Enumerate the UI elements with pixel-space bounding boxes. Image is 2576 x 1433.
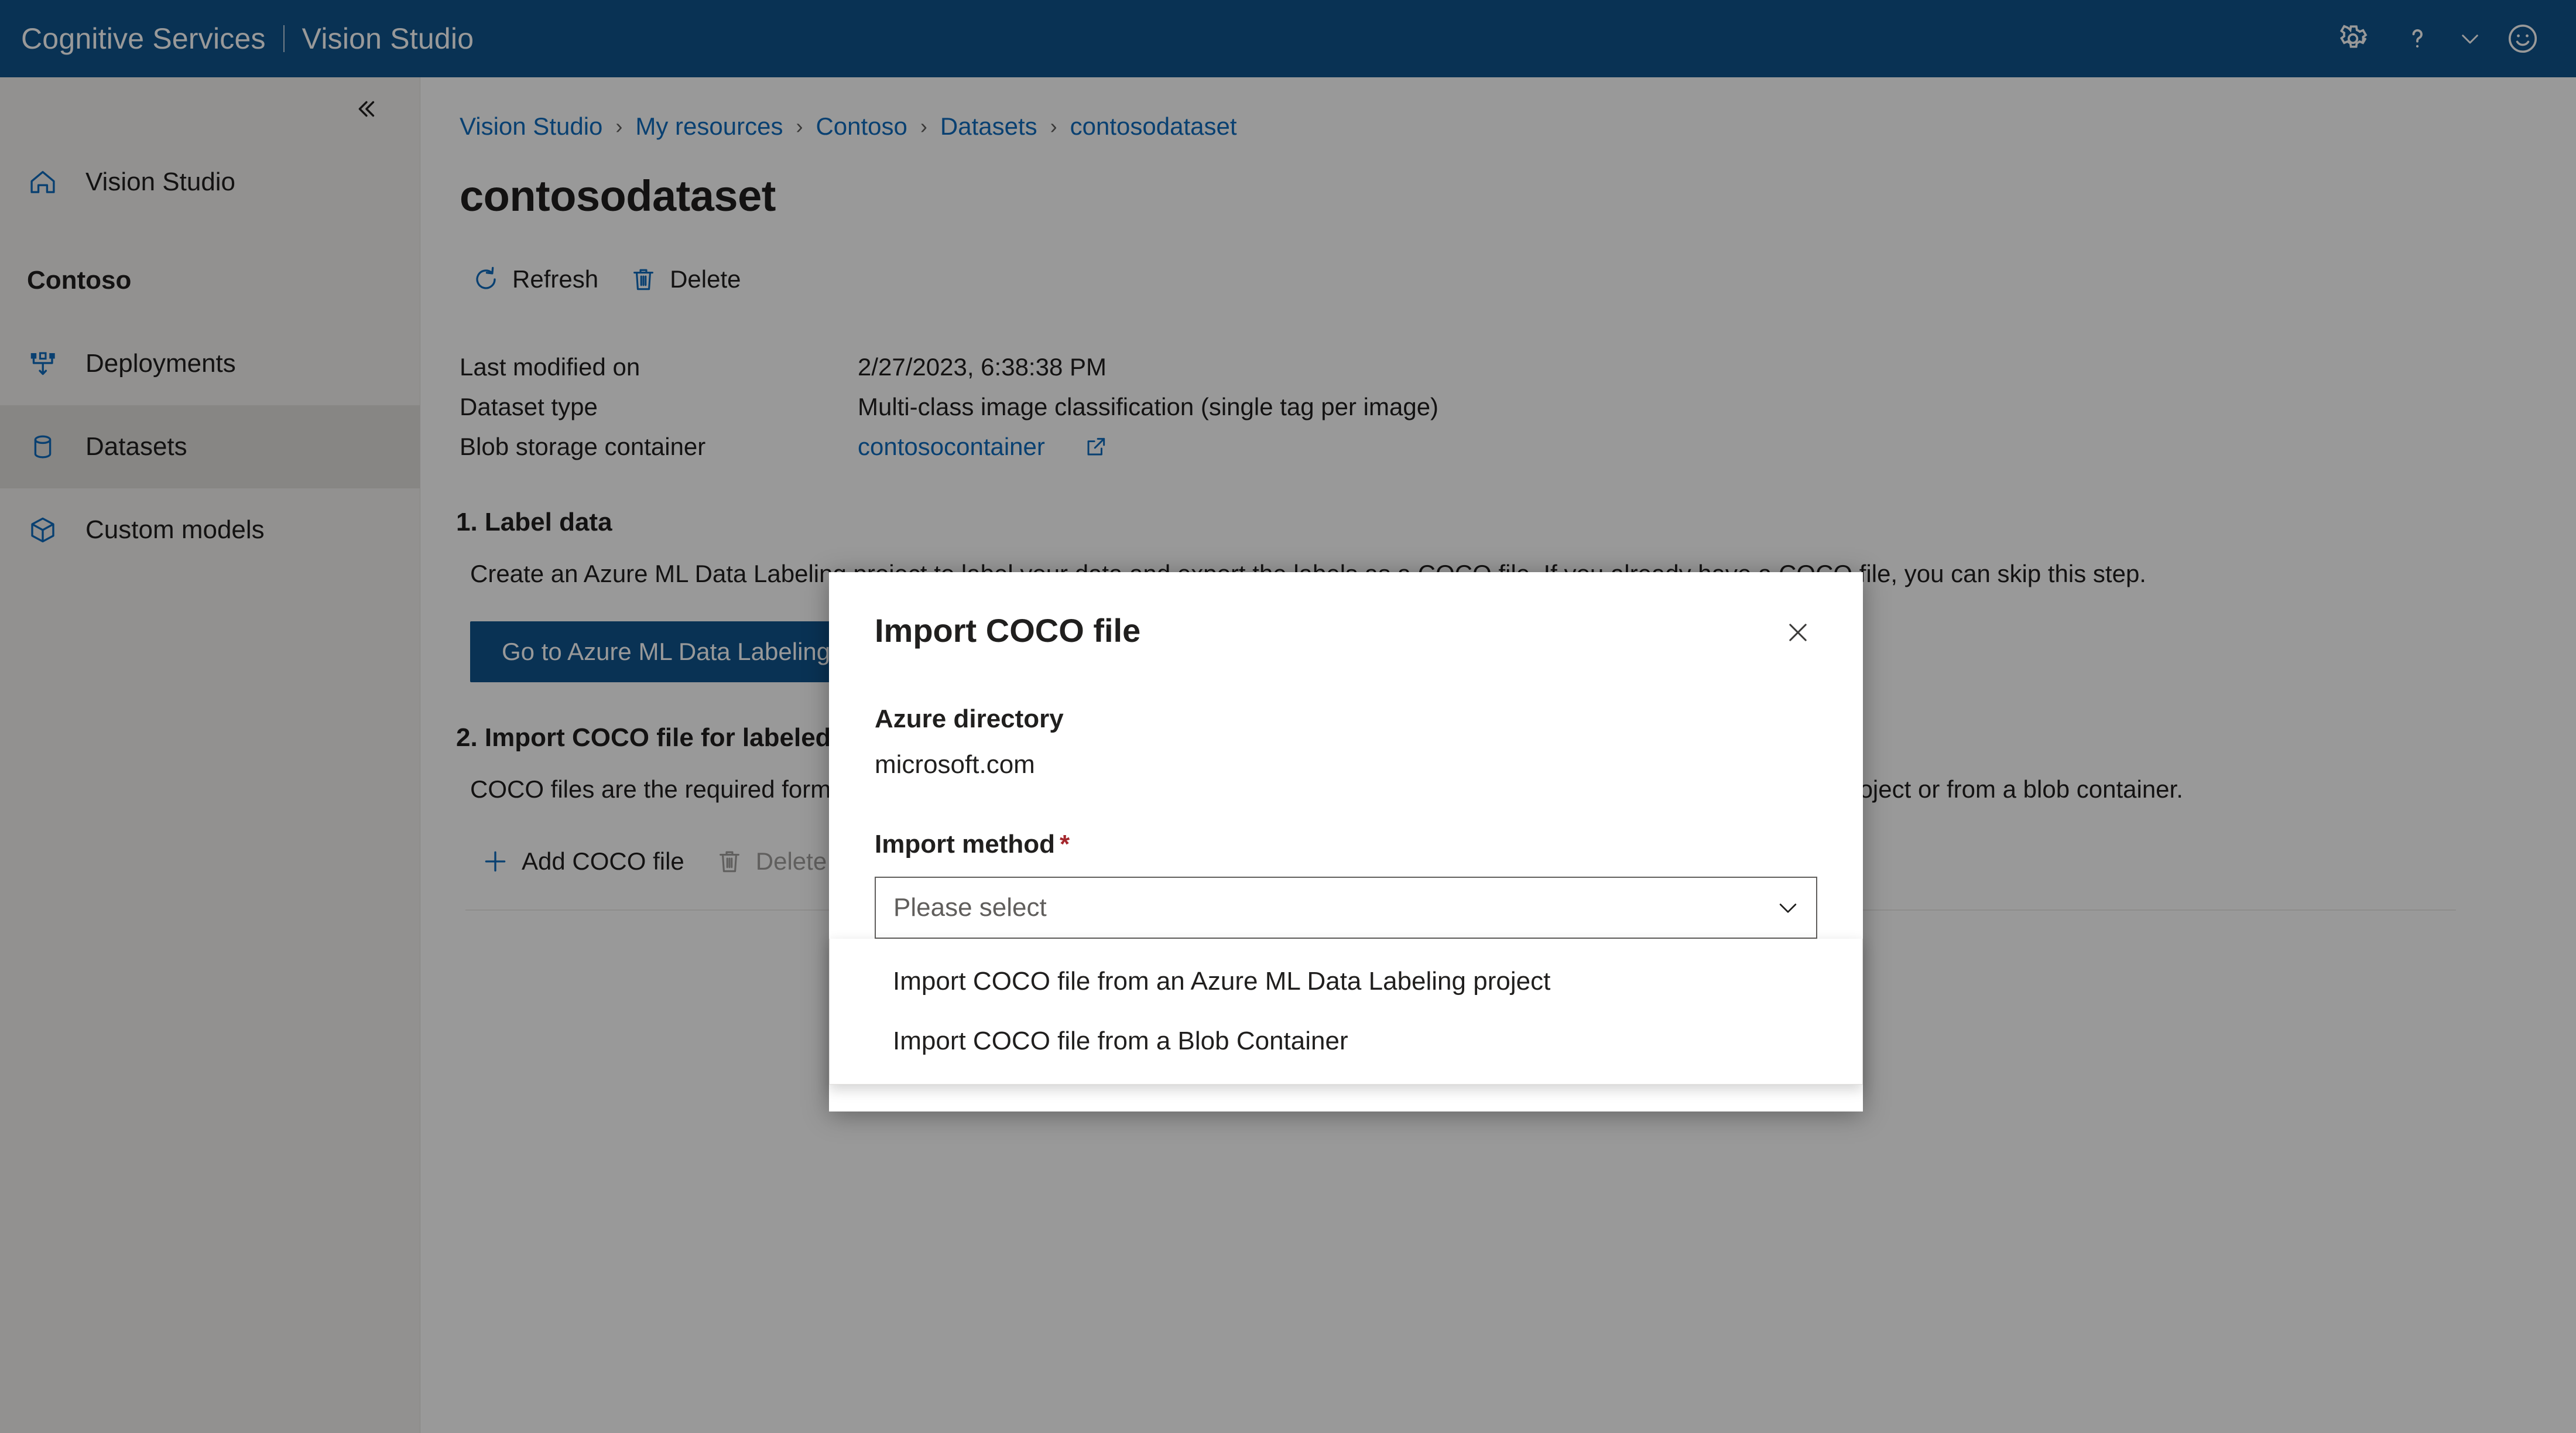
option-import-from-azure-ml-data-labeling[interactable]: Import COCO file from an Azure ML Data L… xyxy=(830,952,1862,1011)
required-marker: * xyxy=(1059,830,1070,859)
import-method-options-list: Import COCO file from an Azure ML Data L… xyxy=(829,939,1863,1085)
close-icon[interactable] xyxy=(1776,611,1820,654)
azure-directory-label: Azure directory xyxy=(875,704,1064,733)
dialog-body: Azure directory microsoft.com Import met… xyxy=(829,704,1863,1085)
import-method-label: Import method * xyxy=(875,830,1817,859)
import-coco-file-dialog: Import COCO file Azure directory microso… xyxy=(829,572,1863,1111)
option-import-from-blob-container[interactable]: Import COCO file from a Blob Container xyxy=(830,1011,1862,1071)
dialog-title: Import COCO file xyxy=(875,612,1141,649)
app-root: Cognitive Services Vision Studio Vision … xyxy=(0,0,2576,1433)
import-method-placeholder: Please select xyxy=(893,893,1047,922)
dialog-footer-spacer xyxy=(829,1085,1863,1111)
import-method-select[interactable]: Please select xyxy=(875,877,1817,939)
dialog-header: Import COCO file xyxy=(829,572,1863,654)
import-method-label-text: Import method xyxy=(875,830,1055,859)
chevron-down-icon xyxy=(1775,895,1801,921)
azure-directory-value: microsoft.com xyxy=(875,750,1035,779)
